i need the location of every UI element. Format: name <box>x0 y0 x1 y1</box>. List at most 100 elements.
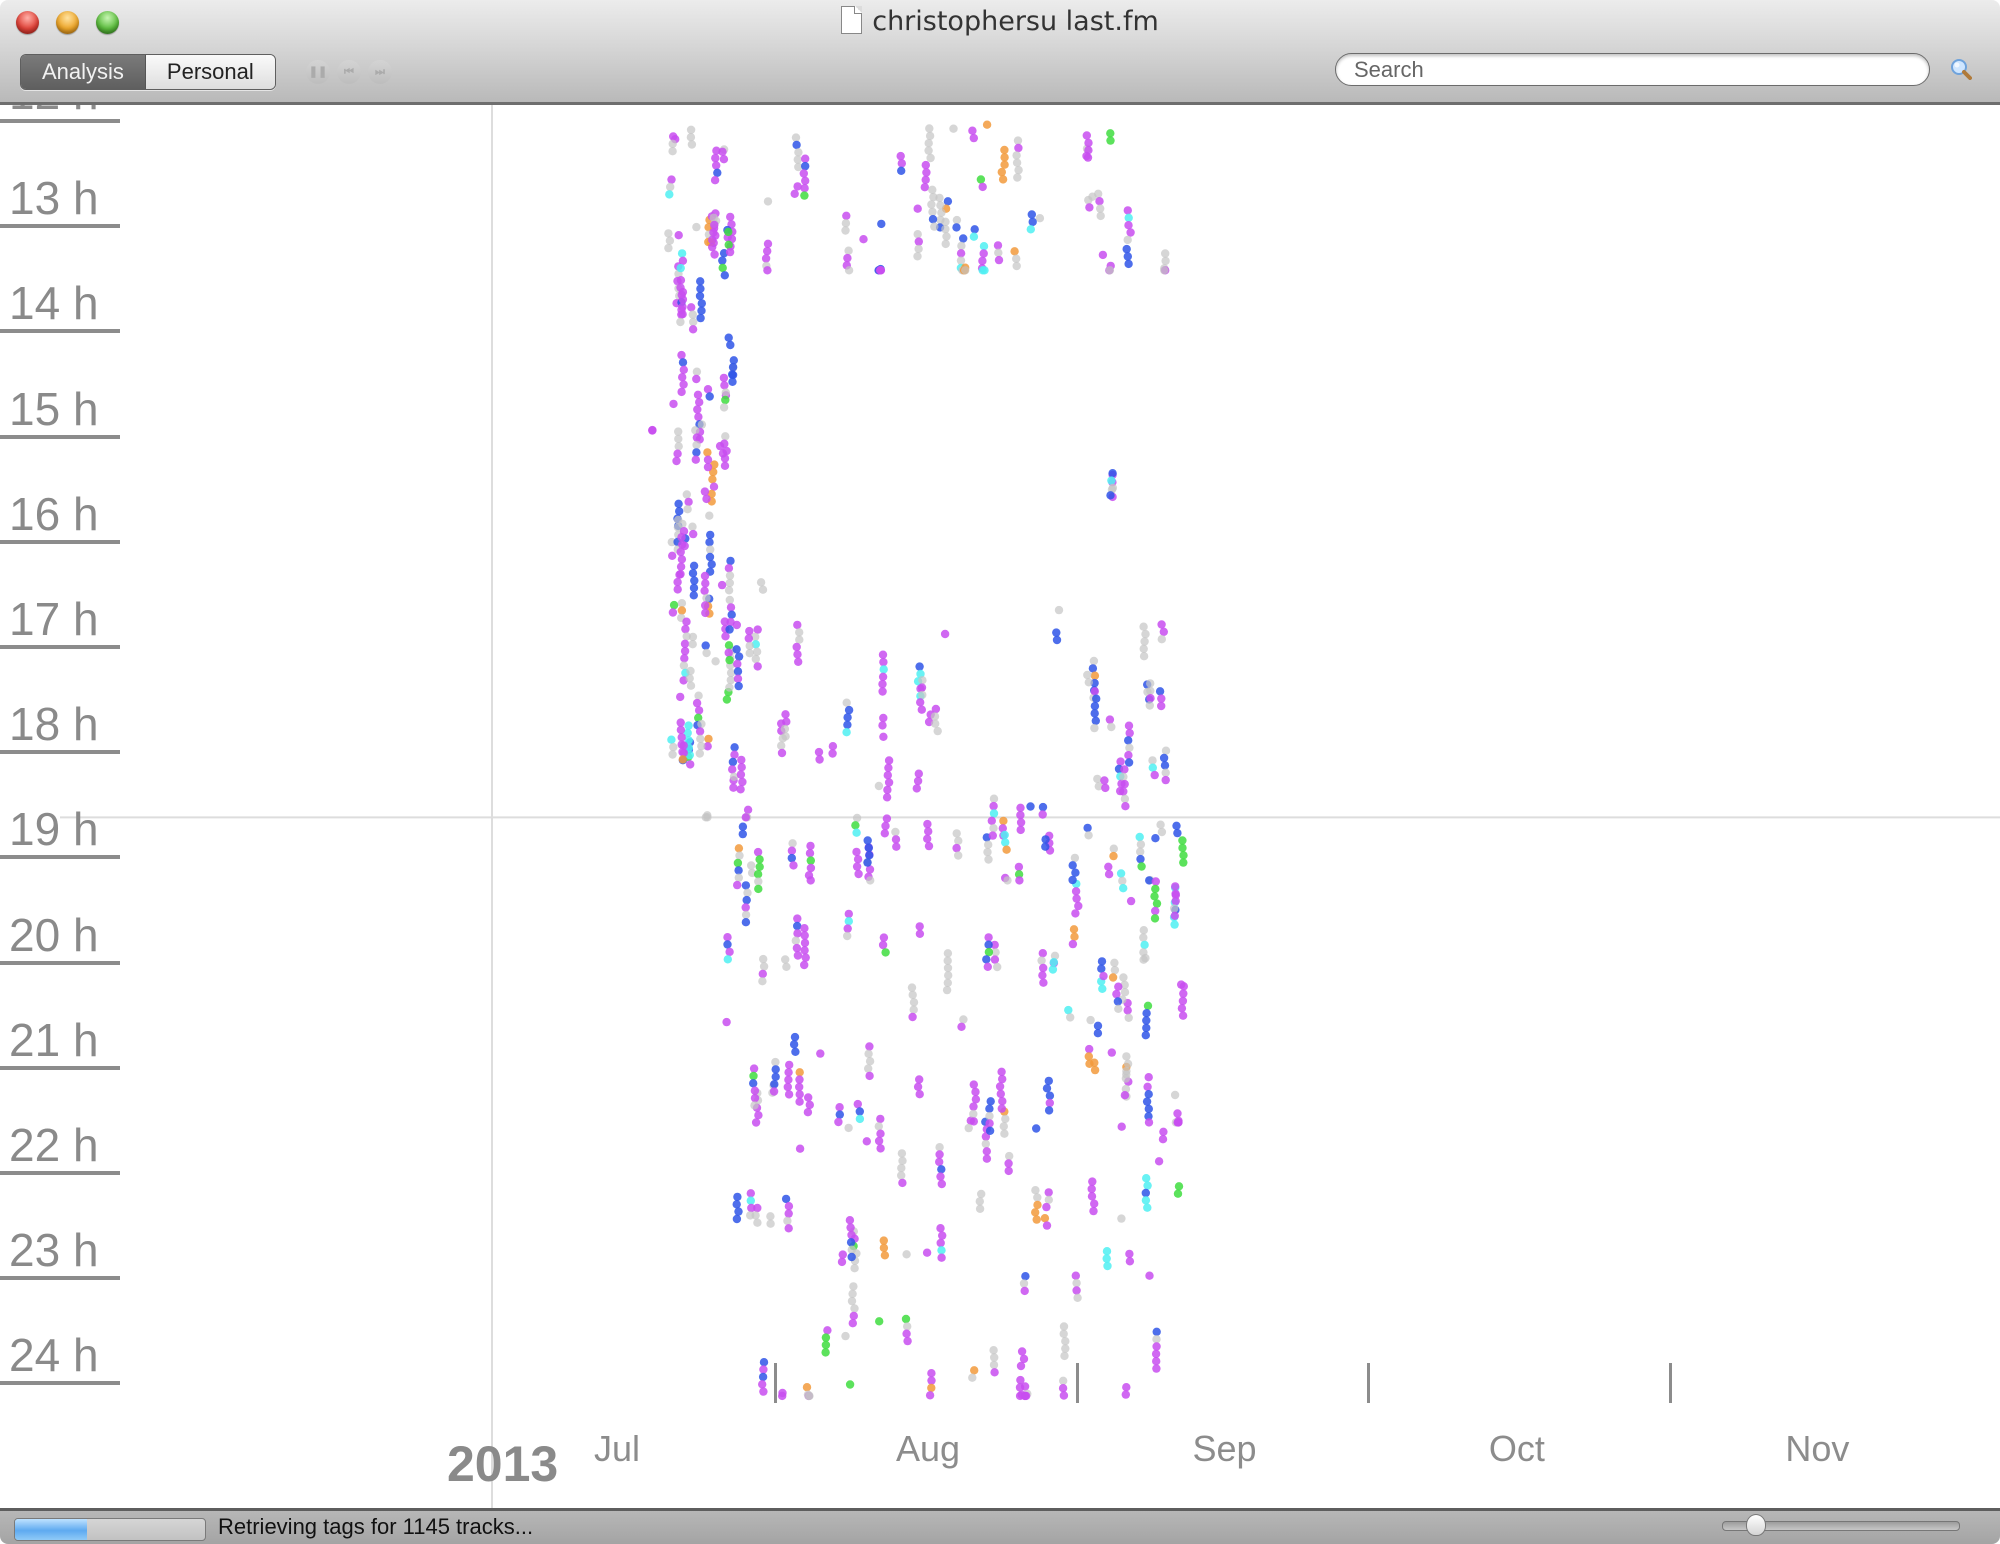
scrobble-dot[interactable] <box>1069 925 1079 934</box>
scrobble-dot[interactable] <box>1156 820 1165 829</box>
scrobble-dot[interactable] <box>1012 261 1021 271</box>
scrobble-dot[interactable] <box>1070 853 1080 863</box>
scrobble-dot[interactable] <box>1123 1006 1132 1015</box>
scrobble-dot[interactable] <box>701 601 710 610</box>
scrobble-dot[interactable] <box>959 1015 968 1024</box>
scrobble-dot[interactable] <box>766 1212 775 1221</box>
scrobble-dot[interactable] <box>876 1144 885 1153</box>
scrobble-dot[interactable] <box>1044 1188 1053 1197</box>
scrobble-dot[interactable] <box>754 877 763 886</box>
scrobble-dot[interactable] <box>676 547 685 557</box>
scrobble-dot[interactable] <box>1161 768 1170 777</box>
scrobble-dot[interactable] <box>1107 476 1116 485</box>
scrobble-dot[interactable] <box>994 255 1004 265</box>
scrobble-dot[interactable] <box>971 1095 981 1104</box>
scrobble-dot[interactable] <box>917 683 927 692</box>
scrobble-dot[interactable] <box>1152 1357 1161 1366</box>
scrobble-dot[interactable] <box>763 246 772 256</box>
scrobble-dot[interactable] <box>983 962 992 971</box>
scrobble-dot[interactable] <box>878 672 888 681</box>
scrobble-dot[interactable] <box>1178 843 1187 853</box>
scrobble-dot[interactable] <box>721 395 730 405</box>
scrobble-dot[interactable] <box>1090 701 1100 711</box>
scrobble-dot[interactable] <box>726 340 735 350</box>
scrobble-dot[interactable] <box>728 370 737 379</box>
scrobble-dot[interactable] <box>846 1223 855 1232</box>
scrobble-dot[interactable] <box>678 755 687 764</box>
scrobble-dot[interactable] <box>756 578 766 587</box>
scrobble-dot[interactable] <box>1159 753 1169 763</box>
scrobble-dot[interactable] <box>793 929 802 938</box>
scrobble-dot[interactable] <box>795 1075 804 1084</box>
scrobble-dot[interactable] <box>688 632 698 642</box>
scrobble-dot[interactable] <box>984 933 993 942</box>
scrobble-dot[interactable] <box>1013 136 1023 145</box>
scrobble-dot[interactable] <box>697 741 706 751</box>
scrobble-dot[interactable] <box>1026 225 1036 234</box>
scrobble-dot[interactable] <box>749 1064 759 1073</box>
scrobble-dot[interactable] <box>1116 757 1125 766</box>
scrobble-dot[interactable] <box>1160 761 1170 770</box>
scrobble-dot[interactable] <box>734 866 743 875</box>
search-icon[interactable] <box>1950 58 1972 80</box>
scrobble-dot[interactable] <box>1139 933 1148 942</box>
scrobble-dot[interactable] <box>723 940 732 949</box>
scrobble-dot[interactable] <box>749 1071 758 1081</box>
scrobble-dot[interactable] <box>674 499 683 508</box>
scrobble-dot[interactable] <box>1114 1004 1123 1013</box>
scrobble-dot[interactable] <box>865 1042 874 1051</box>
scrobble-dot[interactable] <box>918 676 927 685</box>
scrobble-dot[interactable] <box>841 226 850 235</box>
scrobble-dot[interactable] <box>845 1216 855 1225</box>
scrobble-dot[interactable] <box>884 778 894 787</box>
scrobble-dot[interactable] <box>1083 153 1093 162</box>
scrobble-dot[interactable] <box>902 1329 911 1338</box>
scrobble-dot[interactable] <box>793 921 802 931</box>
scrobble-dot[interactable] <box>925 131 935 141</box>
scrobble-dot[interactable] <box>1088 1177 1097 1186</box>
scrobble-dot[interactable] <box>1044 1076 1054 1086</box>
scrobble-dot[interactable] <box>758 1372 768 1382</box>
scrobble-dot[interactable] <box>1090 709 1099 718</box>
scrobble-dot[interactable] <box>1139 926 1149 935</box>
scrobble-dot[interactable] <box>794 657 803 666</box>
scrobble-dot[interactable] <box>724 586 734 595</box>
scrobble-dot[interactable] <box>805 849 815 858</box>
scrobble-dot[interactable] <box>1151 834 1160 843</box>
scrobble-dot[interactable] <box>913 204 922 213</box>
scrobble-dot[interactable] <box>669 600 679 610</box>
scrobble-dot[interactable] <box>935 1150 944 1159</box>
scrobble-dot[interactable] <box>1173 1118 1182 1127</box>
scrobble-dot[interactable] <box>705 552 715 562</box>
scrobble-dot[interactable] <box>675 507 684 516</box>
scrobble-dot[interactable] <box>1098 984 1107 993</box>
scrobble-dot[interactable] <box>852 813 862 823</box>
scrobble-dot[interactable] <box>1146 679 1155 688</box>
scrobble-dot[interactable] <box>677 533 686 542</box>
scrobble-dot[interactable] <box>683 505 692 514</box>
scrobble-dot[interactable] <box>801 161 810 171</box>
scrobble-dot[interactable] <box>791 133 801 142</box>
scrobble-dot[interactable] <box>969 232 979 241</box>
scrobble-dot[interactable] <box>733 674 743 683</box>
scrobble-dot[interactable] <box>921 175 930 184</box>
scrobble-dot[interactable] <box>678 540 687 549</box>
scrobble-dot[interactable] <box>915 929 925 938</box>
scrobble-dot[interactable] <box>1143 1203 1152 1212</box>
scrobble-dot[interactable] <box>669 399 678 409</box>
scrobble-dot[interactable] <box>682 617 691 626</box>
scrobble-dot[interactable] <box>738 822 748 831</box>
scrobble-dot[interactable] <box>1049 958 1059 967</box>
scrobble-dot[interactable] <box>927 1383 936 1393</box>
scrobble-dot[interactable] <box>695 398 704 407</box>
scrobble-dot[interactable] <box>1171 896 1180 906</box>
scrobble-dot[interactable] <box>728 765 737 774</box>
scrobble-dot[interactable] <box>942 232 951 241</box>
scrobble-dot[interactable] <box>897 166 906 175</box>
scrobble-dot[interactable] <box>1139 652 1149 661</box>
scrobble-dot[interactable] <box>1141 1196 1151 1205</box>
scrobble-dot[interactable] <box>804 1093 813 1102</box>
scrobble-dot[interactable] <box>1161 775 1170 785</box>
scrobble-dot[interactable] <box>928 185 937 194</box>
scrobble-dot[interactable] <box>1151 884 1160 894</box>
